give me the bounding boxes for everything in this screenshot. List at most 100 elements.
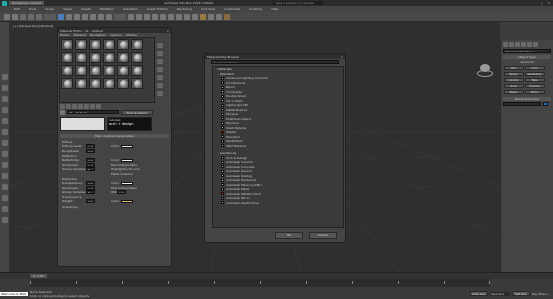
weight-field[interactable]: 0.5 <box>86 199 95 204</box>
menu-item[interactable]: Animation <box>123 7 138 11</box>
menu-item[interactable]: Help <box>271 7 278 11</box>
cylinder-button[interactable]: Cylinder <box>503 77 524 82</box>
transparency-field[interactable]: 0.0 <box>86 181 95 186</box>
create-icon[interactable] <box>2 74 8 80</box>
sample-slot[interactable] <box>89 65 101 76</box>
sample-slot[interactable] <box>117 39 129 50</box>
glossy-samples-field-2[interactable]: 8 <box>86 190 95 195</box>
fast-interpolate-checkbox-2[interactable]: Fast (interpolate) <box>111 186 137 190</box>
glossiness-field[interactable]: 1.0 <box>86 162 95 167</box>
reflection-color-swatch[interactable] <box>121 158 133 162</box>
spacewarps-icon[interactable] <box>533 42 538 47</box>
menu-item[interactable]: Customize <box>224 7 240 11</box>
primitive-dropdown[interactable]: Standard Primitives <box>503 49 551 53</box>
maxscript-listener[interactable]: Welcome to MAX <box>0 291 28 296</box>
modify-icon[interactable] <box>2 85 8 91</box>
angle-snap-icon[interactable] <box>144 13 150 20</box>
key-filters-button[interactable]: Key Filters... <box>532 292 550 296</box>
reflectivity-field[interactable]: 0.6 <box>86 158 95 163</box>
video-color-icon[interactable] <box>157 75 163 80</box>
set-key-button[interactable]: Set Key <box>511 291 530 296</box>
geometry-icon[interactable] <box>503 42 508 47</box>
align-icon[interactable] <box>168 13 174 20</box>
assign-material-icon[interactable] <box>72 103 77 109</box>
material-name-field[interactable]: 01 - Default <box>67 110 119 114</box>
highlights-fg-checkbox[interactable]: Highlights+FG only <box>111 167 140 171</box>
auto-key-button[interactable]: Auto Key <box>469 291 488 296</box>
display-icon[interactable] <box>2 118 8 124</box>
menu-item[interactable]: Scripting <box>249 7 262 11</box>
sample-slot[interactable] <box>103 52 115 63</box>
sample-slot[interactable] <box>117 78 129 89</box>
menu-item[interactable]: Modifiers <box>100 7 114 11</box>
background-icon[interactable] <box>157 59 163 64</box>
diffuse-level-field[interactable]: 1.0 <box>86 144 95 149</box>
menu-item[interactable]: Edit <box>14 7 20 11</box>
go-parent-icon[interactable] <box>96 103 101 109</box>
minimize-icon[interactable]: – <box>535 1 537 5</box>
sample-slot[interactable] <box>89 52 101 63</box>
menu-item[interactable]: Rendering <box>177 7 192 11</box>
sample-slot[interactable] <box>131 78 143 89</box>
viewport-label[interactable]: [+] [Perspective] [Shaded] <box>13 24 53 28</box>
time-ruler[interactable] <box>30 279 490 287</box>
frame-slider[interactable]: 0 / 100 <box>30 274 47 278</box>
cone-button[interactable]: Cone <box>524 65 545 70</box>
translucency-checkbox[interactable]: Translucency <box>62 195 95 199</box>
reset-map-icon[interactable] <box>78 103 83 109</box>
sample-slot[interactable] <box>75 65 87 76</box>
sample-type-icon[interactable] <box>157 43 163 48</box>
name-color-rollout[interactable]: Name and Color <box>503 97 551 101</box>
maximize-icon[interactable]: □ <box>541 1 544 5</box>
snap-icon[interactable] <box>136 13 142 20</box>
sample-slot[interactable] <box>103 78 115 89</box>
tool-icon[interactable] <box>2 195 8 201</box>
select-object-icon[interactable] <box>58 13 64 20</box>
menu-item[interactable]: Group <box>45 7 54 11</box>
render-setup-icon[interactable] <box>208 13 214 20</box>
geosphere-button[interactable]: GeoSphere <box>524 71 545 76</box>
menu-item[interactable]: Graph Editors <box>147 7 168 11</box>
render-frame-icon[interactable] <box>216 13 222 20</box>
tool-icon[interactable] <box>2 151 8 157</box>
cancel-button[interactable]: Cancel <box>309 232 337 239</box>
main-params-rollout[interactable]: Main material parameters <box>60 134 169 138</box>
viewcube-icon[interactable] <box>477 64 493 78</box>
sample-slot[interactable] <box>61 78 73 89</box>
roughness-field[interactable]: 0.0 <box>86 148 95 153</box>
render-icon[interactable] <box>224 13 230 20</box>
copy-material-icon[interactable] <box>84 103 89 109</box>
sample-slot[interactable] <box>131 52 143 63</box>
sample-slot[interactable] <box>61 65 73 76</box>
sample-slot[interactable] <box>61 39 73 50</box>
sample-slot[interactable] <box>131 65 143 76</box>
hierarchy-icon[interactable] <box>2 96 8 102</box>
tool-icon[interactable] <box>2 217 8 223</box>
sample-slot[interactable] <box>103 65 115 76</box>
tool-icon[interactable] <box>2 162 8 168</box>
mirror-icon[interactable] <box>160 13 166 20</box>
diffuse-color-swatch[interactable] <box>121 144 133 148</box>
browser-search-input[interactable]: Search by Name ... <box>211 60 339 64</box>
sample-slot[interactable] <box>75 52 87 63</box>
translucency-color-swatch[interactable] <box>121 199 133 203</box>
pivot-icon[interactable] <box>128 13 134 20</box>
tube-button[interactable]: Tube <box>524 77 545 82</box>
backlight-icon[interactable] <box>157 51 163 56</box>
link-icon[interactable] <box>20 13 26 20</box>
metal-material-checkbox[interactable]: Metal material <box>111 172 133 176</box>
material-type-button[interactable]: Arch & Design <box>121 109 153 115</box>
ok-button[interactable]: OK <box>275 232 303 239</box>
schematic-icon[interactable] <box>192 13 198 20</box>
tool-icon[interactable] <box>2 206 8 212</box>
percent-snap-icon[interactable] <box>152 13 158 20</box>
get-material-icon[interactable] <box>60 103 65 109</box>
layer-icon[interactable] <box>176 13 182 20</box>
list-item[interactable]: XRef Material <box>213 144 343 149</box>
sample-slot[interactable] <box>89 78 101 89</box>
ref-coord-icon[interactable] <box>114 13 126 20</box>
lights-icon[interactable] <box>515 42 520 47</box>
move-icon[interactable] <box>90 13 96 20</box>
sample-slot[interactable] <box>75 78 87 89</box>
window-crossing-icon[interactable] <box>82 13 88 20</box>
